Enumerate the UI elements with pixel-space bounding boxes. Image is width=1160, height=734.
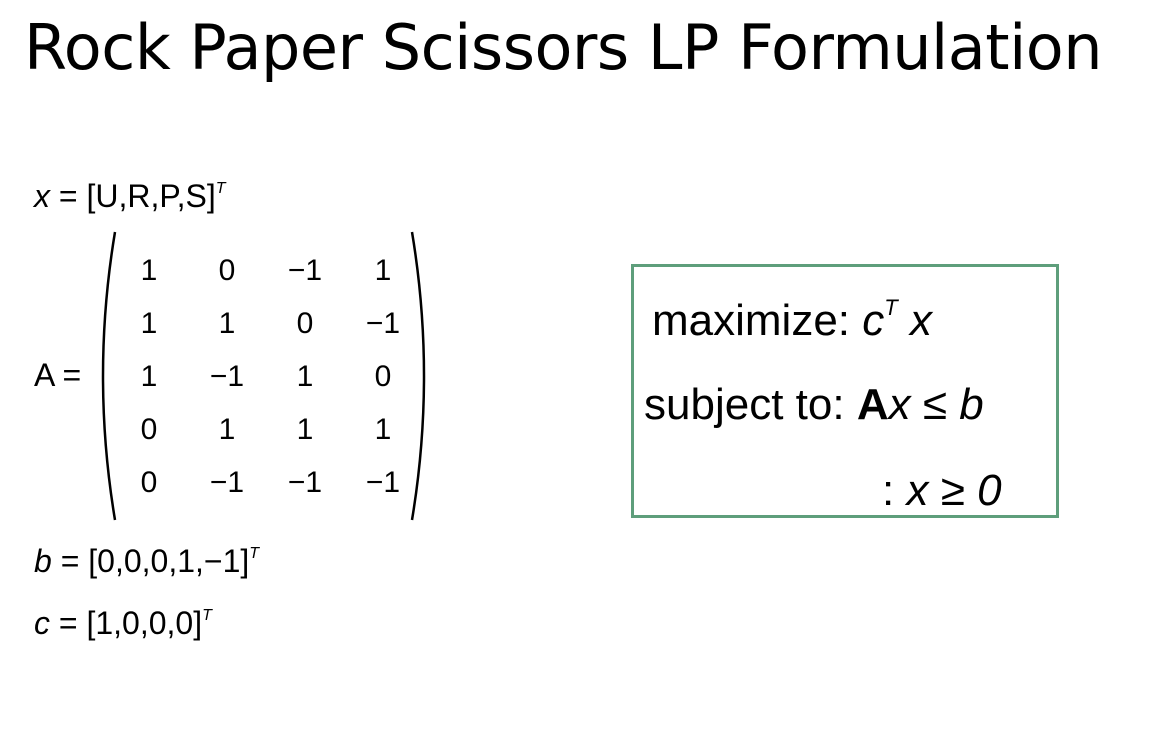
objective-line: maximize: cT x (652, 295, 932, 347)
a-label: A = (34, 357, 82, 393)
c-vector: = [1,0,0,0] (58, 605, 203, 641)
c-variable: c (34, 605, 50, 641)
nonneg-colon: : (882, 466, 895, 515)
x-definition: x = [U,R,P,S]T (34, 176, 225, 216)
matrix-cell: 1 (218, 412, 236, 446)
b-transpose: T (249, 545, 260, 562)
b-variable: b (34, 543, 52, 579)
matrix-cell: 1 (296, 359, 314, 393)
x-vector: = [U,R,P,S] (58, 178, 216, 214)
constraint-line: subject to: Ax ≤ b (644, 379, 984, 431)
matrix-a: 1 0 −1 1 1 1 0 −1 1 −1 1 0 0 1 1 1 0 −1 −1 −1 (110, 244, 422, 509)
matrix-cell: 1 (218, 306, 236, 340)
matrix-cell: 0 (140, 412, 158, 446)
matrix-row: 0111 (110, 403, 422, 456)
slide-title: Rock Paper Scissors LP Formulation (24, 11, 1103, 84)
nonneg-inequality: x ≥ 0 (906, 466, 1002, 515)
matrix-row: 0 −1 −1 −1 (110, 456, 422, 509)
objective-colon: : (837, 296, 851, 345)
matrix-cell: 1 (140, 359, 158, 393)
constraint-colon: : (832, 380, 845, 429)
matrix-cell: −1 (287, 253, 323, 287)
matrix-cell: 0 (218, 253, 236, 287)
matrix-cell: −1 (209, 465, 245, 499)
constraint-inequality: x ≤ b (888, 380, 984, 429)
objective-transpose: T (884, 295, 898, 320)
objective-c: c (862, 296, 885, 345)
constraint-matrix-a: A (856, 380, 889, 429)
x-variable: x (34, 178, 50, 214)
lp-formulation-box: maximize: cT x subject to: Ax ≤ b : x ≥ … (631, 264, 1059, 518)
b-vector: = [0,0,0,1,−1] (60, 543, 250, 579)
matrix-row: 1 −1 1 0 (110, 350, 422, 403)
c-transpose: T (202, 607, 212, 624)
matrix-cell: 1 (140, 306, 158, 340)
matrix-row: 1 0 −1 1 (110, 244, 422, 297)
objective-word: maximize (652, 296, 838, 345)
matrix-cell: 0 (140, 465, 158, 499)
x-transpose: T (215, 180, 226, 197)
c-definition: c = [1,0,0,0]T (34, 603, 212, 643)
matrix-right-paren (410, 231, 426, 521)
matrix-cell: 1 (296, 412, 314, 446)
matrix-cell: −1 (209, 359, 245, 393)
matrix-cell: −1 (287, 465, 323, 499)
matrix-cell: 1 (140, 253, 158, 287)
b-definition: b = [0,0,0,1,−1]T (34, 541, 259, 581)
objective-x: x (909, 296, 932, 345)
matrix-cell: 0 (296, 306, 314, 340)
nonnegativity-line: : x ≥ 0 (882, 465, 1002, 517)
constraint-word: subject to (644, 380, 833, 429)
matrix-row: 1 1 0 −1 (110, 297, 422, 350)
